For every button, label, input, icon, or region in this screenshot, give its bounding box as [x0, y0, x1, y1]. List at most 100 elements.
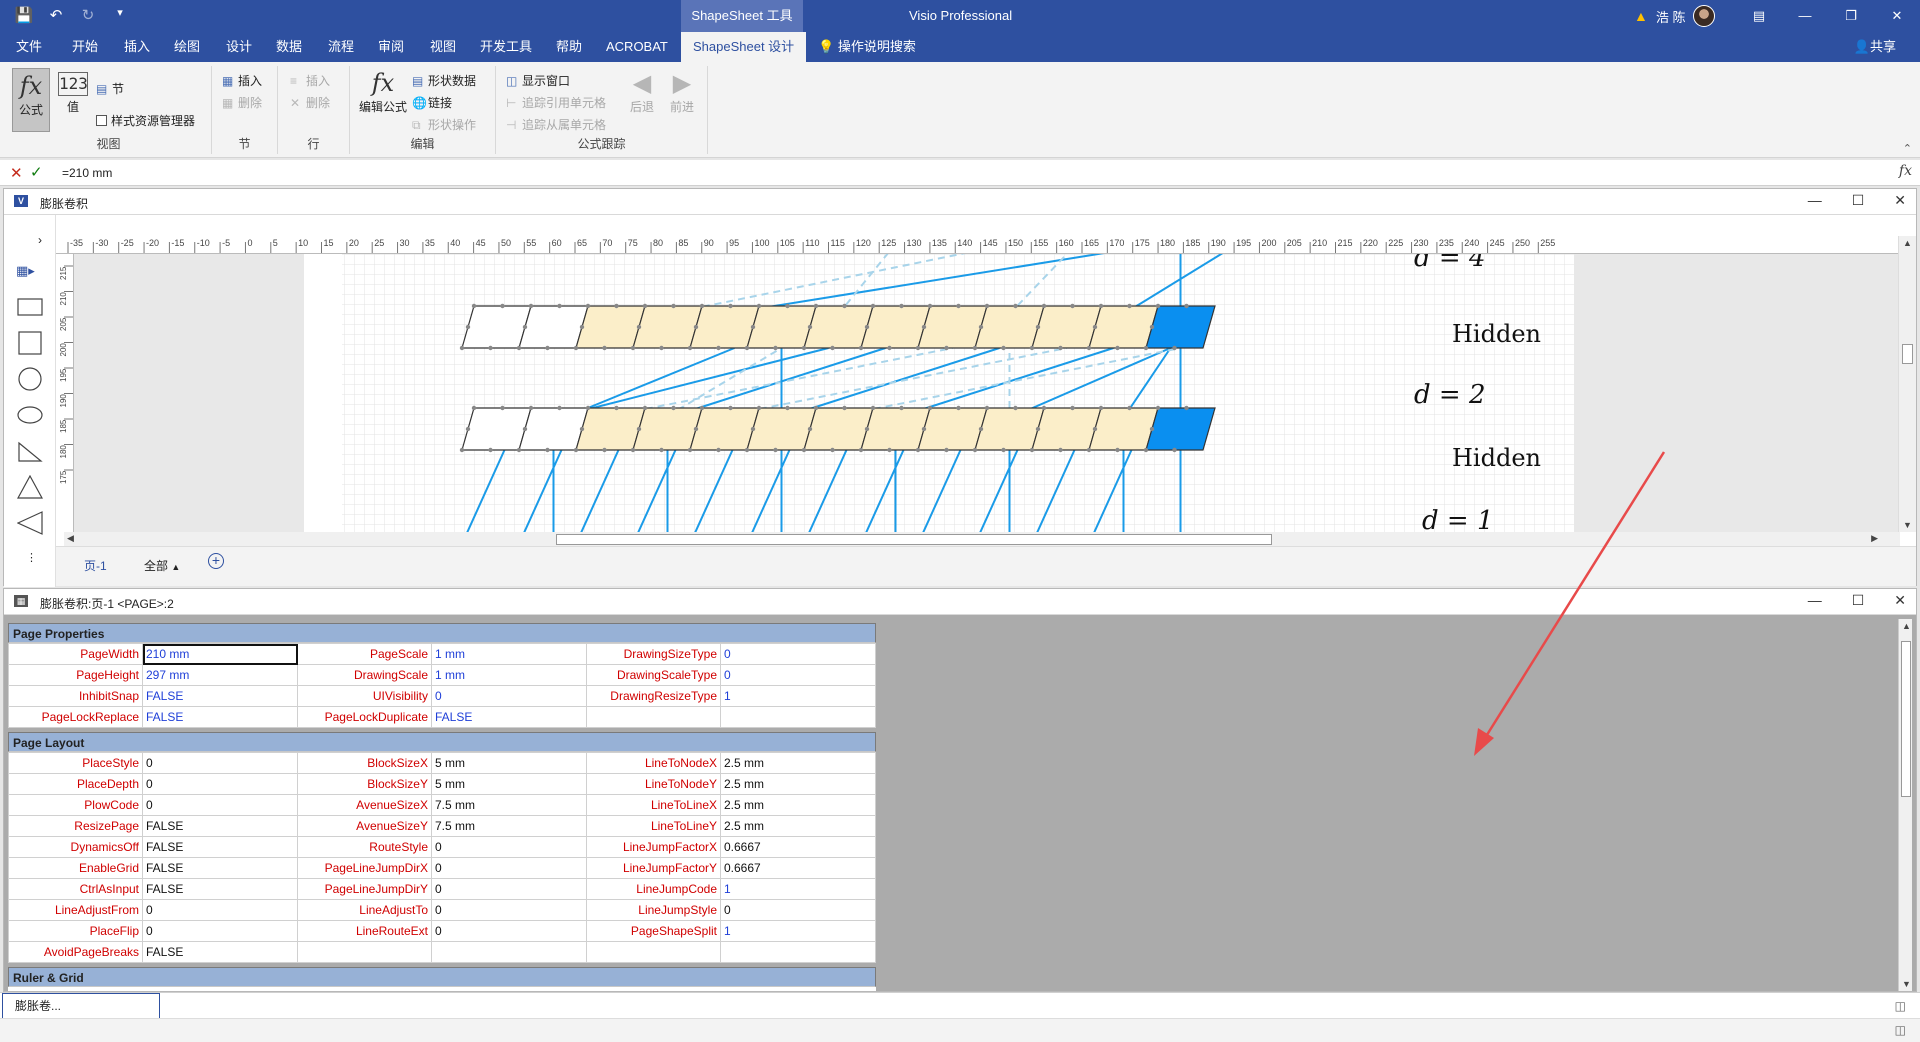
values-button[interactable]: 123 值: [56, 68, 90, 115]
cell-value[interactable]: 0.6667: [720, 857, 876, 879]
left-triangle-shape-icon[interactable]: [17, 511, 43, 535]
sheet-scroll-up-icon[interactable]: ▲: [1902, 621, 1911, 631]
shape-ops-button[interactable]: ⧉ 形状操作: [412, 116, 476, 133]
page-tab-1[interactable]: 页-1: [84, 557, 107, 574]
sheet-scroll-down-icon[interactable]: ▼: [1902, 979, 1911, 989]
cell-value[interactable]: 2.5 mm: [720, 794, 876, 816]
cell-value[interactable]: 0: [431, 685, 587, 707]
drawing-hscroll-thumb[interactable]: [556, 534, 1272, 545]
cell-value[interactable]: 0: [431, 857, 587, 879]
style-explorer-checkbox[interactable]: 样式资源管理器: [96, 112, 195, 129]
sheet-vscroll-thumb[interactable]: [1901, 641, 1911, 797]
cell-value[interactable]: 297 mm: [142, 664, 298, 686]
more-shapes-icon[interactable]: ⋮: [26, 551, 37, 564]
cell-value[interactable]: 0: [431, 836, 587, 858]
insert-function-icon[interactable]: fx: [1899, 163, 1912, 179]
d4-label[interactable]: d = 4: [1414, 254, 1486, 273]
hidden-label-2[interactable]: Hidden: [1452, 444, 1541, 472]
cell-value[interactable]: 2.5 mm: [720, 773, 876, 795]
collapse-ribbon-icon[interactable]: ⌃: [1903, 142, 1912, 155]
cancel-formula-icon[interactable]: ✕: [10, 164, 23, 182]
cell-value[interactable]: 2.5 mm: [720, 752, 876, 774]
drawing-horizontal-scrollbar[interactable]: ◀ ▶: [64, 532, 1900, 546]
section-header[interactable]: Page Properties: [8, 623, 876, 643]
drawing-canvas[interactable]: Hidden Hidden d = 4 d = 2 d = 1: [74, 254, 1900, 532]
cell-value[interactable]: FALSE: [142, 878, 298, 900]
user-name[interactable]: 浩 陈: [1656, 7, 1686, 26]
selected-cell-value[interactable]: 210 mm: [142, 643, 298, 665]
accept-formula-icon[interactable]: ✓: [30, 163, 43, 181]
section-insert-button[interactable]: ▦ 插入: [222, 72, 262, 89]
shapesheet-minimize-icon[interactable]: —: [1808, 592, 1822, 609]
close-icon[interactable]: ✕: [1874, 0, 1920, 32]
section-header[interactable]: Page Layout: [8, 732, 876, 752]
cell-value[interactable]: 0: [142, 794, 298, 816]
cell-value[interactable]: 0: [720, 664, 876, 686]
cell-value[interactable]: 7.5 mm: [431, 815, 587, 837]
window-tile-icon[interactable]: ◫: [1895, 999, 1906, 1013]
tell-me-search[interactable]: 💡 操作说明搜索: [818, 32, 916, 62]
scroll-down-icon[interactable]: ▼: [1903, 520, 1912, 530]
cell-value[interactable]: 0.6667: [720, 836, 876, 858]
cell-value[interactable]: 0: [142, 920, 298, 942]
scroll-left-icon[interactable]: ◀: [67, 533, 74, 544]
tab-insert[interactable]: 插入: [124, 32, 150, 62]
edit-formula-button[interactable]: fx 编辑公式: [358, 68, 408, 115]
undo-icon[interactable]: ↶: [46, 6, 66, 24]
warning-icon[interactable]: ▲: [1634, 8, 1648, 24]
right-triangle-shape-icon[interactable]: [17, 439, 43, 463]
share-button[interactable]: 👤共享: [1854, 32, 1896, 62]
cell-value[interactable]: FALSE: [142, 836, 298, 858]
cell-value[interactable]: FALSE: [142, 815, 298, 837]
back-button[interactable]: ◀ 后退: [626, 68, 658, 115]
tab-shapesheet-design[interactable]: ShapeSheet 设计: [681, 32, 807, 62]
row-insert-button[interactable]: ≡ 插入: [290, 72, 330, 89]
cell-value[interactable]: 2.5 mm: [720, 815, 876, 837]
cell-value[interactable]: 5 mm: [431, 773, 587, 795]
quick-shapes-icon[interactable]: ▦▸: [16, 263, 35, 279]
dilated-conv-diagram[interactable]: Hidden Hidden d = 4 d = 2 d = 1: [304, 254, 1574, 532]
tab-design[interactable]: 设计: [226, 32, 252, 62]
cell-value[interactable]: 0: [142, 773, 298, 795]
d2-label[interactable]: d = 2: [1414, 380, 1486, 410]
cell-value[interactable]: 5 mm: [431, 752, 587, 774]
cell-value[interactable]: 1: [720, 685, 876, 707]
drawing-page[interactable]: Hidden Hidden d = 4 d = 2 d = 1: [304, 254, 1574, 532]
hidden-label-1[interactable]: Hidden: [1452, 320, 1541, 348]
cell-value[interactable]: FALSE: [142, 706, 298, 728]
tab-home[interactable]: 开始: [72, 32, 98, 62]
cell-value[interactable]: 0: [431, 899, 587, 921]
cell-value[interactable]: 1: [720, 920, 876, 942]
ellipse-shape-icon[interactable]: [17, 403, 43, 427]
avatar[interactable]: [1693, 5, 1716, 27]
shapesheet-vertical-scrollbar[interactable]: ▲ ▼: [1898, 619, 1912, 991]
status-view-icon[interactable]: ◫: [1895, 1023, 1906, 1037]
sections-button[interactable]: ▤ 节: [96, 80, 124, 97]
customize-qat-icon[interactable]: ▾: [110, 6, 130, 24]
triangle-shape-icon[interactable]: [17, 475, 43, 499]
tab-file[interactable]: 文件: [16, 32, 42, 62]
drawing-vertical-scrollbar[interactable]: ▲ ▼: [1898, 236, 1916, 532]
scroll-right-icon[interactable]: ▶: [1871, 533, 1878, 544]
expand-shapes-icon[interactable]: ›: [38, 233, 42, 247]
cell-value[interactable]: FALSE: [142, 685, 298, 707]
trace-dependents-button[interactable]: ⊣ 追踪从属单元格: [506, 116, 606, 133]
hidden-cell[interactable]: [1145, 407, 1216, 451]
ribbon-display-options-icon[interactable]: ▤: [1736, 0, 1782, 32]
tab-review[interactable]: 审阅: [378, 32, 404, 62]
formulas-button[interactable]: fx 公式: [12, 68, 50, 132]
tab-process[interactable]: 流程: [328, 32, 354, 62]
cell-value[interactable]: 0: [142, 899, 298, 921]
window-task-button[interactable]: 膨胀卷...: [2, 993, 160, 1019]
forward-button[interactable]: ▶ 前进: [666, 68, 698, 115]
circle-shape-icon[interactable]: [17, 367, 43, 391]
cell-value[interactable]: 1 mm: [431, 664, 587, 686]
checkbox-icon[interactable]: [96, 115, 107, 126]
row-delete-button[interactable]: ✕ 删除: [290, 94, 330, 111]
minimize-icon[interactable]: —: [1782, 0, 1828, 32]
redo-icon[interactable]: ↻: [78, 6, 98, 24]
shapesheet-maximize-icon[interactable]: ☐: [1852, 592, 1865, 609]
trace-precedents-button[interactable]: ⊢ 追踪引用单元格: [506, 94, 606, 111]
tab-draw[interactable]: 绘图: [174, 32, 200, 62]
shapesheet-close-icon[interactable]: ✕: [1894, 592, 1906, 609]
